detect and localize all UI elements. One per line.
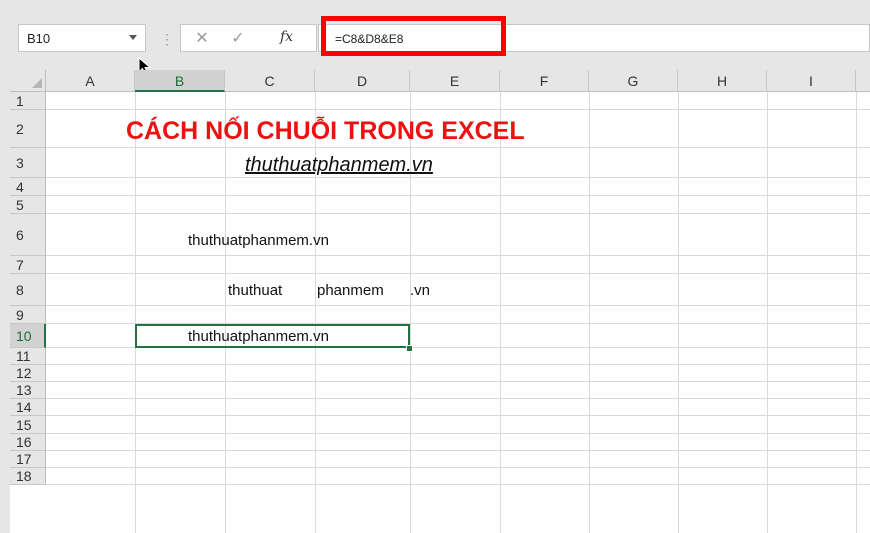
fill-handle[interactable] xyxy=(406,345,413,352)
column-header-b[interactable]: B xyxy=(135,70,225,92)
gridline xyxy=(46,398,870,399)
row-header-14[interactable]: 14 xyxy=(10,399,46,416)
row-header-6[interactable]: 6 xyxy=(10,214,46,256)
column-header-c[interactable]: C xyxy=(225,70,315,92)
row-header-15[interactable]: 15 xyxy=(10,416,46,434)
column-header-a[interactable]: A xyxy=(46,70,135,92)
gridline xyxy=(46,467,870,468)
cell-b6[interactable]: thuthuatphanmem.vn xyxy=(188,232,329,249)
gridline xyxy=(46,177,870,178)
gridline xyxy=(46,381,870,382)
cell-d8[interactable]: phanmem xyxy=(317,282,384,299)
active-cell-selection[interactable] xyxy=(135,324,410,348)
row-header-4[interactable]: 4 xyxy=(10,178,46,196)
gridline xyxy=(46,147,870,148)
cancel-icon[interactable]: ✕ xyxy=(187,25,217,51)
column-header-h[interactable]: H xyxy=(678,70,767,92)
column-header-g[interactable]: G xyxy=(589,70,678,92)
gridline xyxy=(46,415,870,416)
spreadsheet-grid[interactable]: A B C D E F G H I 1 2 3 4 5 6 7 8 9 10 1… xyxy=(10,70,870,533)
row-header-1[interactable]: 1 xyxy=(10,92,46,110)
gridline xyxy=(46,213,870,214)
row-header-11[interactable]: 11 xyxy=(10,348,46,365)
sheet-title: CÁCH NỐI CHUỖI TRONG EXCEL xyxy=(126,117,525,145)
gridline xyxy=(46,109,870,110)
row-header-5[interactable]: 5 xyxy=(10,196,46,214)
column-header-e[interactable]: E xyxy=(410,70,500,92)
formula-buttons: ✕ ✓ fx xyxy=(180,24,317,52)
name-box-value: B10 xyxy=(27,31,51,46)
row-header-10[interactable]: 10 xyxy=(10,324,46,348)
column-header-i[interactable]: I xyxy=(767,70,856,92)
row-header-9[interactable]: 9 xyxy=(10,306,46,324)
gridline xyxy=(46,364,870,365)
gridline xyxy=(46,273,870,274)
row-header-2[interactable]: 2 xyxy=(10,110,46,148)
enter-icon[interactable]: ✓ xyxy=(223,25,253,51)
drag-handle-icon[interactable]: ⋮ xyxy=(160,32,174,46)
column-header-f[interactable]: F xyxy=(500,70,589,92)
column-header-d[interactable]: D xyxy=(315,70,410,92)
red-highlight-box xyxy=(321,16,506,56)
cell-c8[interactable]: thuthuat xyxy=(228,282,282,299)
gridline xyxy=(46,450,870,451)
name-box[interactable]: B10 xyxy=(18,24,146,52)
row-header-18[interactable]: 18 xyxy=(10,468,46,485)
row-header-12[interactable]: 12 xyxy=(10,365,46,382)
gridline xyxy=(46,195,870,196)
gridline xyxy=(46,484,870,485)
chevron-down-icon[interactable] xyxy=(129,35,137,40)
row-header-7[interactable]: 7 xyxy=(10,256,46,274)
row-header-3[interactable]: 3 xyxy=(10,148,46,178)
row-header-8[interactable]: 8 xyxy=(10,274,46,306)
row-header-16[interactable]: 16 xyxy=(10,434,46,451)
row-header-17[interactable]: 17 xyxy=(10,451,46,468)
gridline xyxy=(46,433,870,434)
cell-e8[interactable]: .vn xyxy=(410,282,430,299)
gridline xyxy=(46,255,870,256)
sheet-subtitle: thuthuatphanmem.vn xyxy=(245,154,433,176)
formula-bar-area: B10 ⋮ ✕ ✓ fx =C8&D8&E8 xyxy=(0,0,870,76)
column-header-j[interactable] xyxy=(856,70,870,92)
insert-function-icon[interactable]: fx xyxy=(280,29,293,45)
row-header-13[interactable]: 13 xyxy=(10,382,46,399)
gridline xyxy=(46,305,870,306)
select-all-corner[interactable] xyxy=(10,70,46,92)
